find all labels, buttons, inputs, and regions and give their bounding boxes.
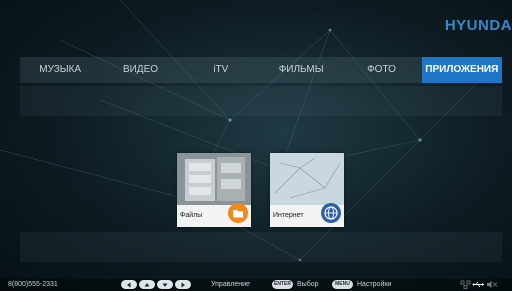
settings-hint: Настройки [357, 281, 392, 288]
menu-item-music[interactable]: МУЗЫКА [20, 57, 100, 83]
arrow-down-icon [157, 280, 173, 289]
folder-icon [228, 203, 248, 223]
internet-thumbnail [270, 153, 344, 205]
navigation-keys [121, 280, 193, 289]
shelf-background-top [20, 86, 502, 116]
support-phone: 8(800)555-2331 [8, 281, 58, 288]
menu-item-video[interactable]: ВИДЕО [100, 57, 180, 83]
status-bar: 8(800)555-2331 Управление ENTER Выбор ME… [0, 279, 512, 291]
mute-icon [487, 281, 498, 288]
shelf-background-bottom [20, 232, 502, 262]
select-hint: Выбор [297, 281, 319, 288]
brand-logo: HYUNDA [444, 17, 512, 34]
network-icon [460, 280, 471, 289]
menu-key-badge: MENU [332, 280, 353, 289]
menu-item-applications[interactable]: ПРИЛОЖЕНИЯ [421, 57, 502, 83]
arrow-left-icon [121, 280, 137, 289]
usb-icon [472, 281, 484, 288]
app-tile-files[interactable]: Файлы [177, 153, 251, 227]
main-menu: МУЗЫКА ВИДЕО iTV ФИЛЬМЫ ФОТО ПРИЛОЖЕНИЯ [20, 57, 502, 83]
menu-item-films[interactable]: ФИЛЬМЫ [261, 57, 341, 83]
globe-icon [321, 203, 341, 223]
status-icons [460, 280, 498, 289]
menu-item-itv[interactable]: iTV [181, 57, 261, 83]
app-tile-internet[interactable]: Интернет [270, 153, 344, 227]
arrow-up-icon [139, 280, 155, 289]
menu-item-photo[interactable]: ФОТО [341, 57, 421, 83]
navigation-hint: Управление [211, 281, 250, 288]
arrow-right-icon [175, 280, 191, 289]
enter-key-badge: ENTER [272, 280, 293, 289]
files-thumbnail [177, 153, 251, 205]
